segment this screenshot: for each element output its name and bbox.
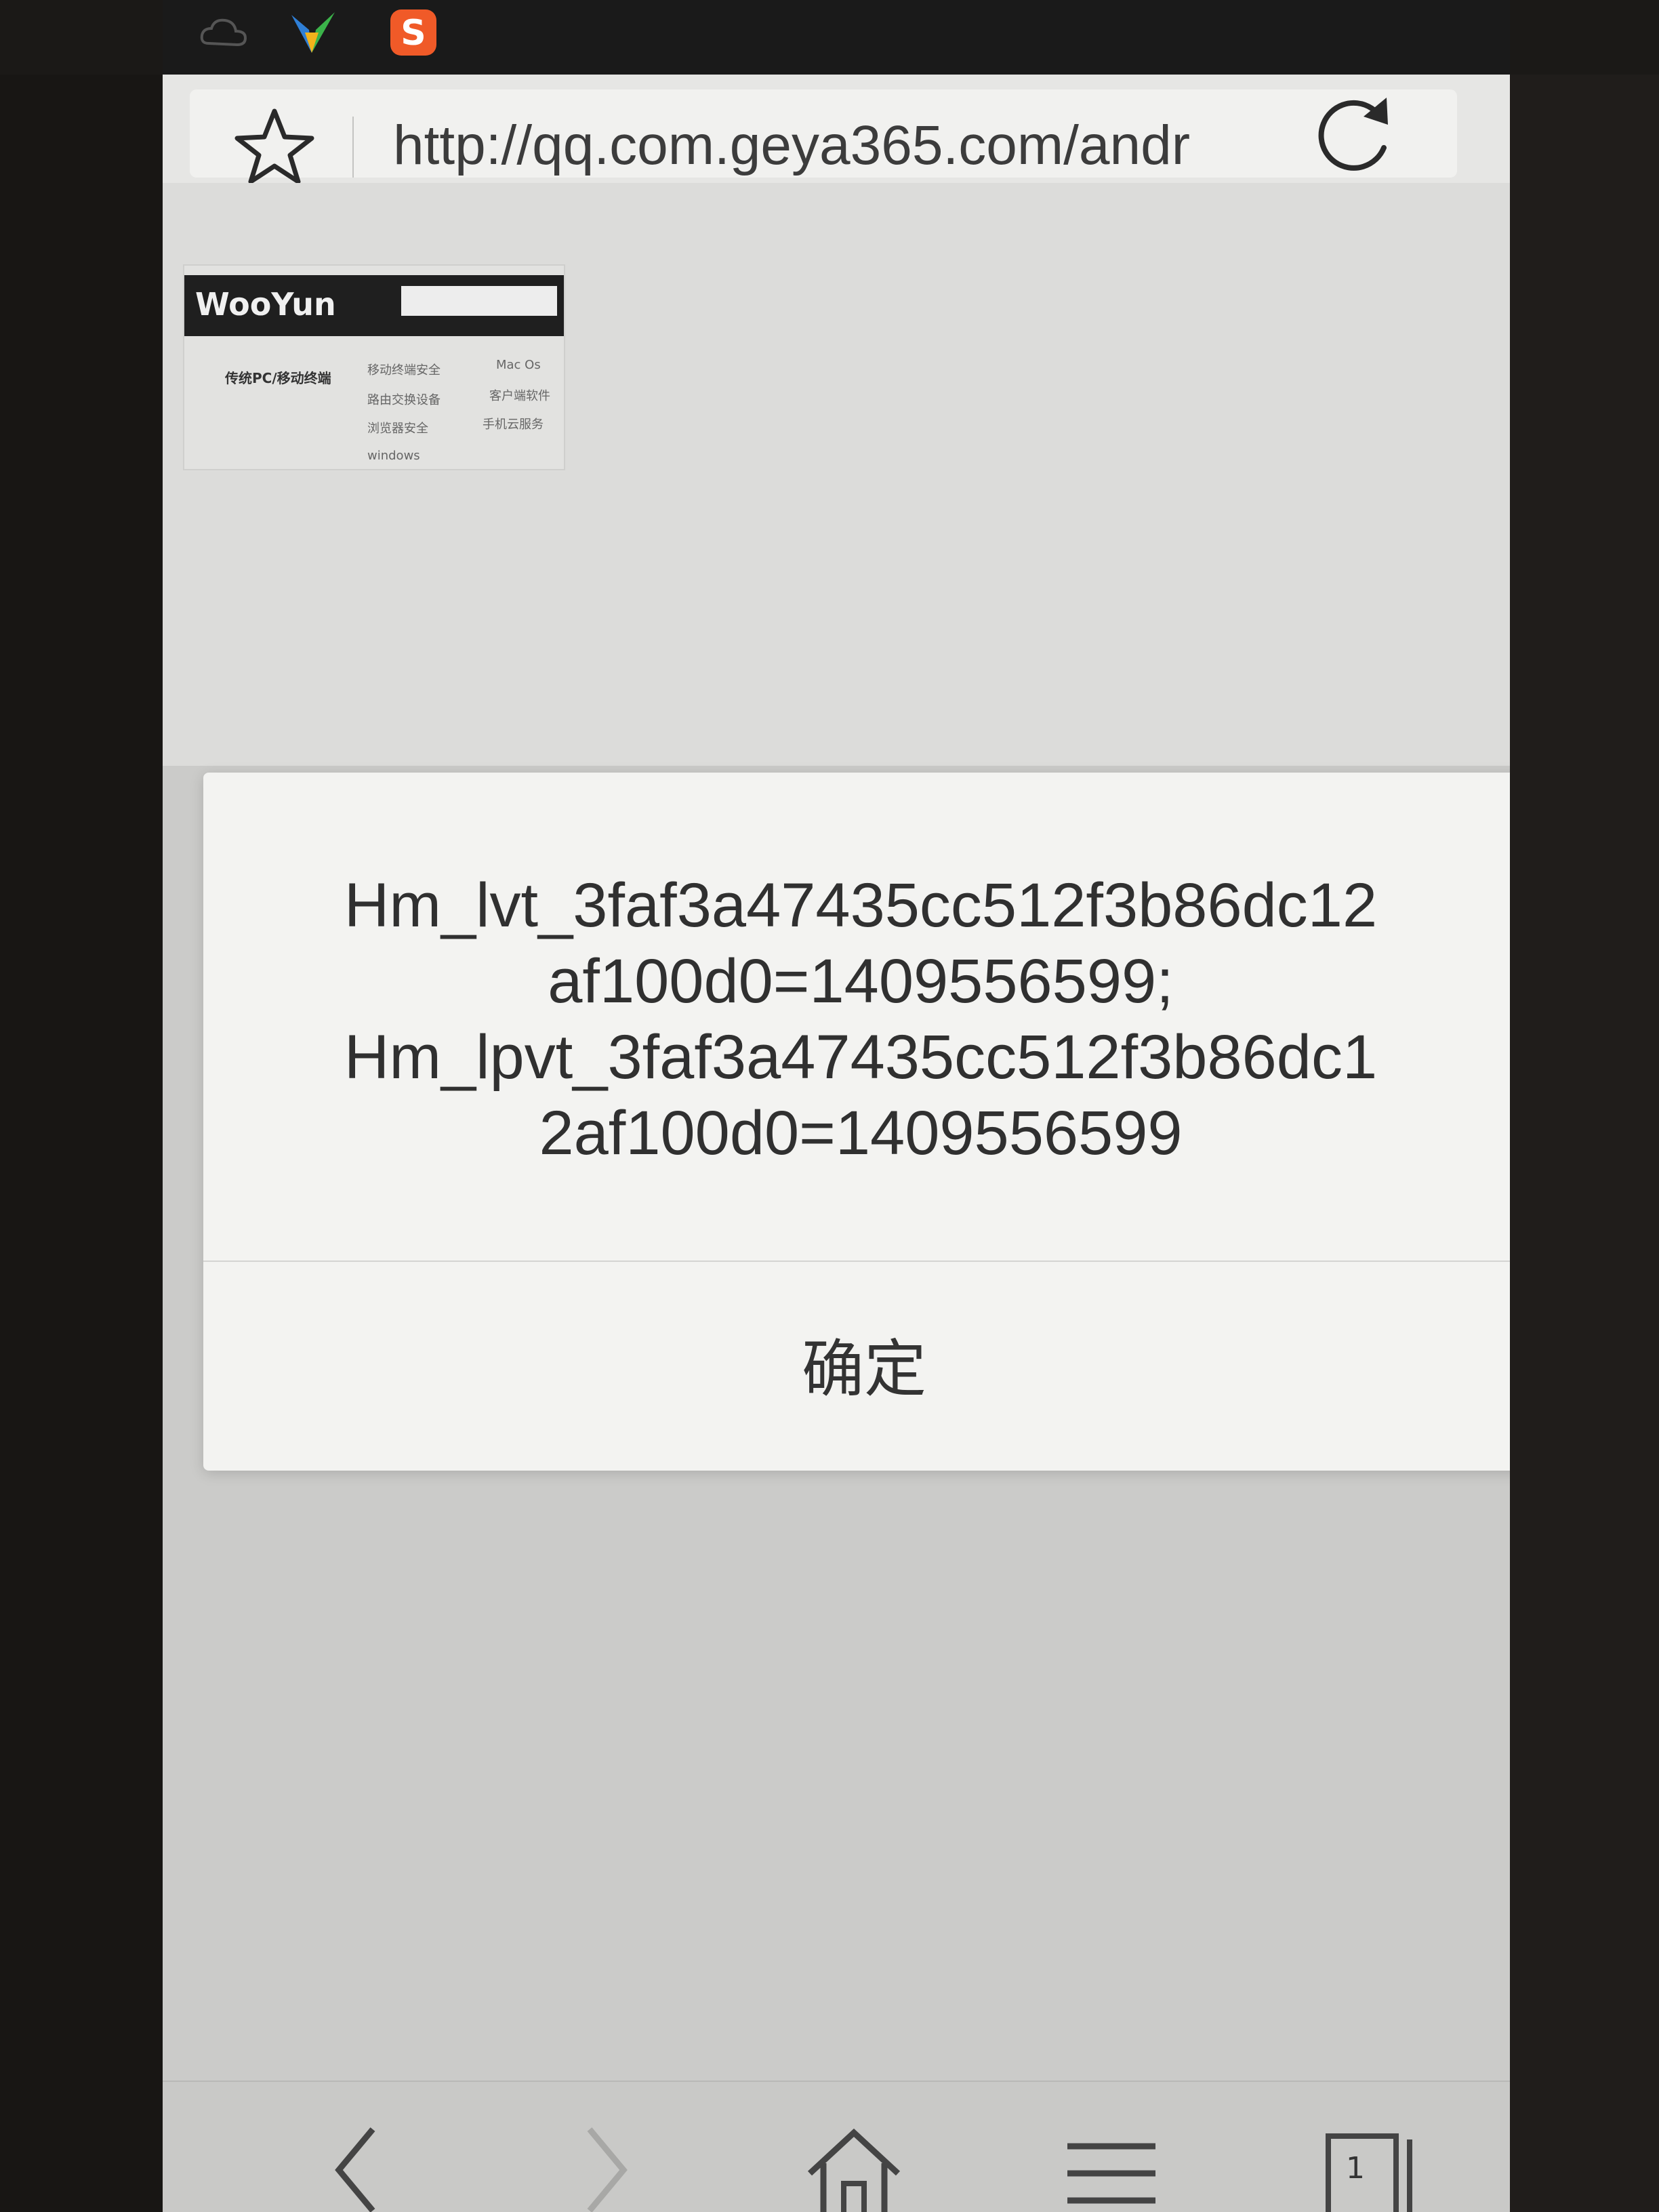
device-bezel-left — [0, 0, 163, 2212]
alert-message-line: 2af100d0=1409556599 — [539, 1099, 1183, 1168]
url-input[interactable]: http://qq.com.geya365.com/andr — [393, 108, 1328, 183]
alert-dialog: Hm_lvt_3faf3a47435cc512f3b86dc12 af100d0… — [203, 773, 1510, 1471]
browser-toolbar: http://qq.com.geya365.com/andr — [163, 75, 1510, 184]
wooyun-link[interactable]: windows — [367, 449, 420, 463]
back-icon[interactable] — [298, 2123, 420, 2212]
confirm-button[interactable]: 确定 — [203, 1262, 1510, 1465]
tabs-button[interactable]: 1 — [1315, 2123, 1437, 2212]
menu-icon[interactable] — [1050, 2123, 1172, 2212]
alert-message-line: af100d0=1409556599; — [548, 947, 1174, 1016]
device-bezel-right — [1510, 0, 1659, 2212]
wooyun-link[interactable]: 浏览器安全 — [367, 419, 428, 436]
wooyun-link[interactable]: 移动终端安全 — [367, 361, 441, 378]
alert-message-line: Hm_lvt_3faf3a47435cc512f3b86dc12 — [344, 871, 1378, 940]
refresh-icon[interactable] — [1301, 83, 1403, 184]
phone-screen: S http://qq.com.geya365.com/andr WooYun … — [163, 0, 1510, 2212]
address-bar[interactable]: http://qq.com.geya365.com/andr — [190, 89, 1457, 184]
wooyun-header: WooYun — [184, 275, 564, 336]
wooyun-search-box[interactable] — [401, 286, 557, 316]
forward-icon[interactable] — [542, 2123, 664, 2212]
sogou-app-icon: S — [390, 9, 436, 56]
wooyun-link[interactable]: 客户端软件 — [489, 386, 550, 404]
svg-text:S: S — [401, 13, 426, 54]
home-icon[interactable] — [793, 2123, 915, 2212]
address-bar-divider — [352, 117, 354, 178]
wooyun-left-menu[interactable]: 传统PC/移动终端 — [225, 367, 331, 387]
status-bar: S — [163, 0, 1510, 81]
wooyun-link[interactable]: 手机云服务 — [483, 415, 544, 432]
wooyun-link[interactable]: 路由交换设备 — [367, 390, 441, 408]
wooyun-link[interactable]: Mac Os — [496, 358, 541, 372]
bookmark-star-icon[interactable] — [230, 103, 319, 191]
alert-message: Hm_lvt_3faf3a47435cc512f3b86dc12 af100d0… — [244, 867, 1477, 1171]
browser-bottom-nav: 1 — [163, 2081, 1510, 2212]
tabs-icon — [1326, 2133, 1412, 2212]
wooyun-logo: WooYun — [195, 286, 336, 323]
alert-message-line: Hm_lpvt_3faf3a47435cc512f3b86dc1 — [344, 1023, 1378, 1092]
tab-count: 1 — [1346, 2151, 1365, 2186]
cloud-icon — [200, 18, 247, 47]
butterfly-app-icon — [291, 12, 335, 53]
wooyun-banner[interactable]: WooYun 传统PC/移动终端 移动终端安全 Mac Os 路由交换设备 客户… — [183, 264, 565, 470]
